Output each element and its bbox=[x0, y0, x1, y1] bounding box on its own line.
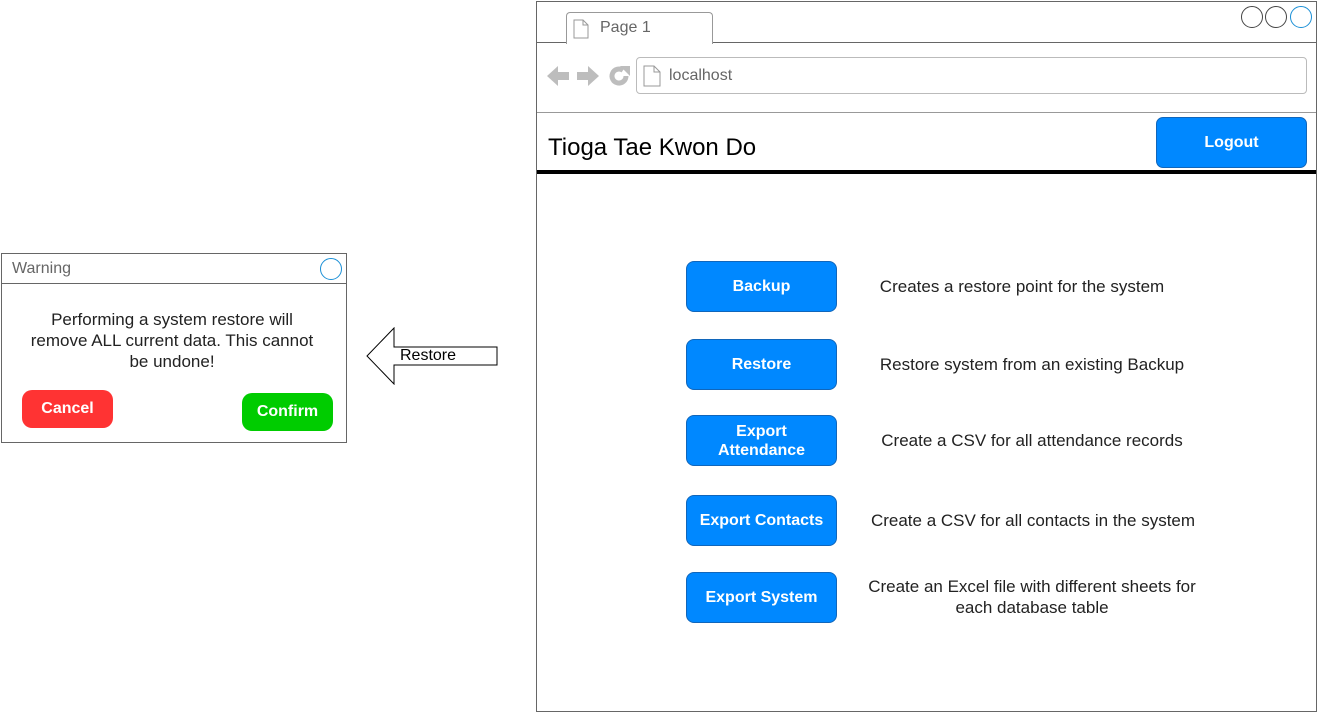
export-attendance-description: Create a CSV for all attendance records bbox=[881, 431, 1183, 450]
dialog-title: Warning bbox=[12, 260, 71, 277]
arrow-left-icon[interactable] bbox=[546, 64, 570, 88]
restore-description: Restore system from an existing Backup bbox=[879, 355, 1185, 374]
export-system-button[interactable]: Export System bbox=[686, 572, 837, 623]
restore-button[interactable]: Restore bbox=[686, 339, 837, 390]
export-attendance-button[interactable]: Export Attendance bbox=[686, 415, 837, 466]
backup-description: Creates a restore point for the system bbox=[879, 277, 1165, 296]
page-icon bbox=[573, 19, 589, 39]
confirm-button[interactable]: Confirm bbox=[242, 393, 333, 431]
tab-label: Page 1 bbox=[600, 19, 651, 36]
page-icon bbox=[643, 65, 661, 87]
dialog-close-icon[interactable] bbox=[320, 258, 342, 280]
dialog-message: Performing a system restore will remove … bbox=[30, 310, 314, 371]
dialog-title-bar: Warning bbox=[2, 254, 346, 284]
url-input[interactable] bbox=[669, 67, 1269, 85]
app-header: Tioga Tae Kwon Do Logout bbox=[537, 114, 1316, 174]
page-title: Tioga Tae Kwon Do bbox=[548, 134, 757, 161]
export-contacts-description: Create a CSV for all contacts in the sys… bbox=[870, 511, 1196, 530]
reload-icon[interactable] bbox=[607, 64, 631, 88]
browser-window: Page 1 Tioga Tae Kwon Do Logout Backup C bbox=[536, 1, 1317, 712]
tab-strip: Page 1 bbox=[537, 2, 1316, 44]
minimize-icon[interactable] bbox=[1241, 6, 1263, 28]
nav-bar bbox=[537, 43, 1316, 113]
close-icon[interactable] bbox=[1290, 6, 1312, 28]
tab-page-1[interactable]: Page 1 bbox=[566, 12, 713, 44]
maximize-icon[interactable] bbox=[1265, 6, 1287, 28]
logout-button[interactable]: Logout bbox=[1156, 117, 1307, 168]
arrow-label: Restore bbox=[400, 347, 457, 364]
export-contacts-button[interactable]: Export Contacts bbox=[686, 495, 837, 546]
backup-button[interactable]: Backup bbox=[686, 261, 837, 312]
arrow-right-icon[interactable] bbox=[576, 64, 600, 88]
warning-dialog: Warning Performing a system restore will… bbox=[1, 253, 347, 443]
export-system-description: Create an Excel file with different shee… bbox=[868, 577, 1196, 617]
cancel-button[interactable]: Cancel bbox=[22, 390, 113, 428]
address-bar[interactable] bbox=[636, 57, 1307, 94]
